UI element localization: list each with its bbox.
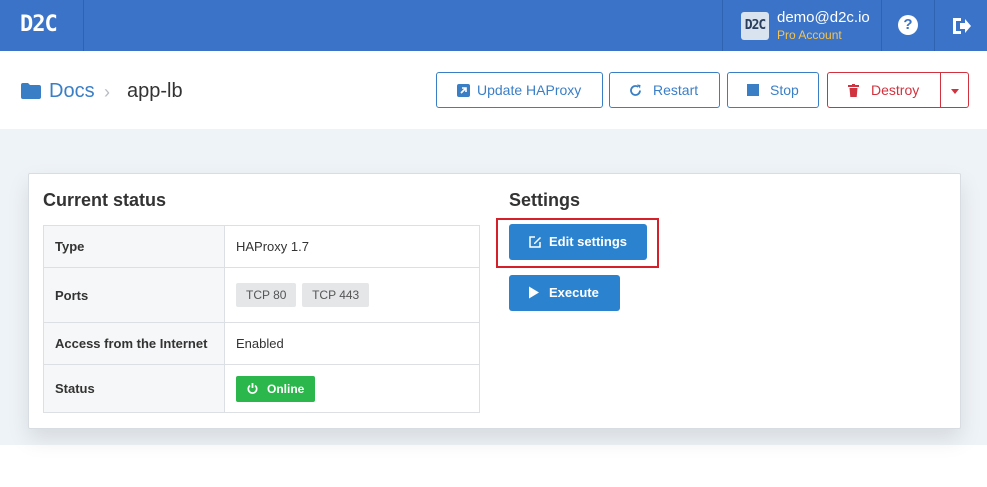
help-icon[interactable]: ? bbox=[898, 15, 918, 35]
help-button[interactable]: ? bbox=[882, 0, 935, 51]
execute-button[interactable]: Execute bbox=[509, 275, 620, 311]
settings-title: Settings bbox=[509, 190, 581, 210]
row-key: Status bbox=[43, 364, 225, 413]
row-key: Access from the Internet bbox=[43, 322, 225, 365]
port-tag: TCP 80 bbox=[236, 283, 297, 307]
restart-button[interactable]: Restart bbox=[609, 72, 720, 108]
external-link-icon bbox=[457, 84, 470, 97]
power-icon bbox=[247, 383, 258, 394]
table-row: Access from the Internet Enabled bbox=[43, 322, 480, 365]
row-key: Ports bbox=[43, 267, 225, 323]
table-row: Status Online bbox=[43, 364, 480, 413]
row-value: Enabled bbox=[224, 322, 480, 365]
update-haproxy-button[interactable]: Update HAProxy bbox=[436, 72, 603, 108]
status-badge: Online bbox=[236, 375, 316, 402]
caret-down-icon bbox=[951, 89, 959, 94]
current-status-title: Current status bbox=[43, 190, 167, 210]
restart-label: Restart bbox=[653, 82, 699, 98]
row-value: TCP 80 TCP 443 bbox=[224, 267, 480, 323]
user-plan: Pro Account bbox=[777, 28, 842, 42]
stop-label: Stop bbox=[770, 82, 799, 98]
play-icon bbox=[529, 286, 539, 299]
row-key: Type bbox=[43, 225, 225, 268]
logo-cell[interactable]: D2C bbox=[0, 0, 84, 51]
folder-icon bbox=[21, 83, 41, 99]
breadcrumb-docs-link[interactable]: Docs bbox=[49, 80, 95, 103]
table-row: Ports TCP 80 TCP 443 bbox=[43, 267, 480, 323]
logo[interactable]: D2C bbox=[20, 12, 58, 37]
avatar: D2C bbox=[741, 12, 769, 40]
stop-icon bbox=[747, 84, 759, 96]
edit-icon bbox=[529, 236, 541, 248]
stop-button[interactable]: Stop bbox=[727, 72, 819, 108]
user-menu[interactable]: D2C demo@d2c.io Pro Account bbox=[722, 0, 882, 51]
edit-settings-label: Edit settings bbox=[549, 234, 628, 249]
user-email: demo@d2c.io bbox=[777, 9, 870, 26]
top-navbar: D2C D2C demo@d2c.io Pro Account ? bbox=[0, 0, 987, 51]
destroy-button[interactable]: Destroy bbox=[827, 72, 941, 108]
update-haproxy-label: Update HAProxy bbox=[477, 82, 582, 98]
table-row: Type HAProxy 1.7 bbox=[43, 225, 480, 268]
breadcrumb-separator: › bbox=[104, 82, 110, 102]
row-value: Online bbox=[224, 364, 480, 413]
execute-label: Execute bbox=[549, 285, 599, 300]
page-title: app-lb bbox=[127, 80, 183, 102]
trash-icon bbox=[848, 84, 859, 97]
status-badge-label: Online bbox=[267, 381, 305, 396]
logout-icon[interactable] bbox=[950, 15, 972, 37]
row-value: HAProxy 1.7 bbox=[224, 225, 480, 268]
destroy-label: Destroy bbox=[871, 82, 920, 98]
port-tag: TCP 443 bbox=[302, 283, 370, 307]
status-table: Type HAProxy 1.7 Ports TCP 80 TCP 443 Ac… bbox=[43, 225, 480, 413]
edit-settings-button[interactable]: Edit settings bbox=[509, 224, 647, 260]
refresh-icon bbox=[630, 84, 641, 96]
destroy-dropdown-toggle[interactable] bbox=[940, 72, 969, 108]
